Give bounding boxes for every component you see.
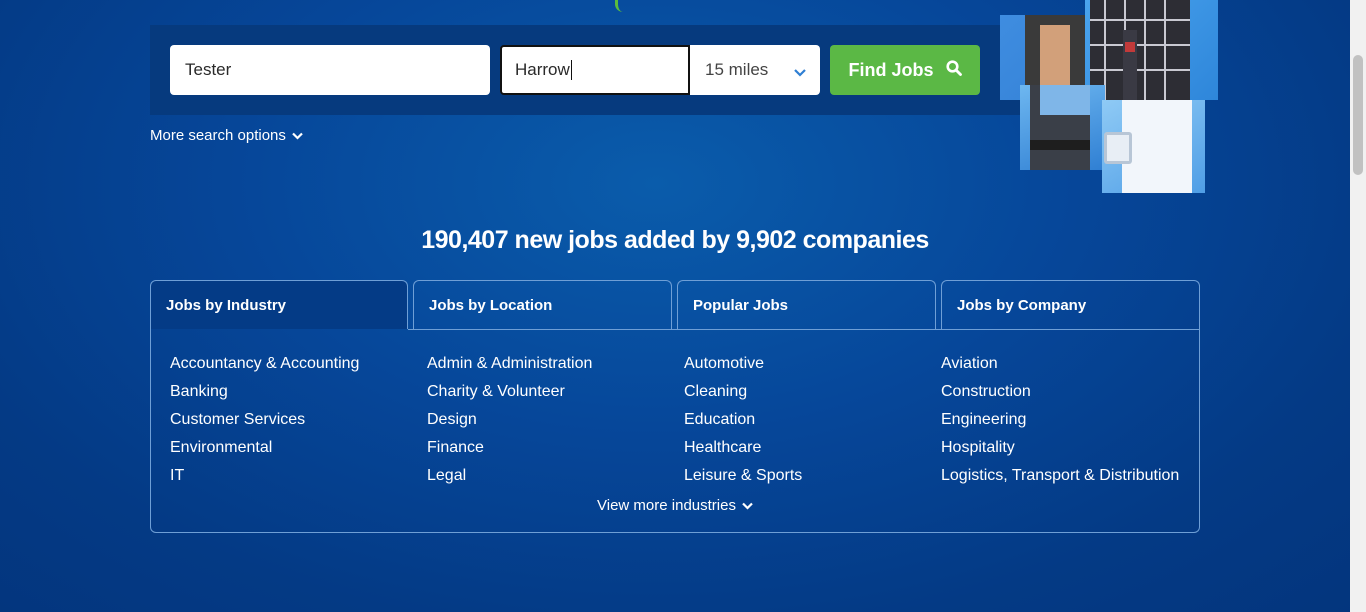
industry-link[interactable]: Customer Services [170,406,359,434]
tab-popular-jobs[interactable]: Popular Jobs [677,280,936,329]
industry-link[interactable]: Automotive [684,350,802,378]
tab-label: Jobs by Location [429,296,553,314]
tab-jobs-by-location[interactable]: Jobs by Location [413,280,672,329]
hero-photo-collage [1000,0,1220,195]
industry-link[interactable]: Leisure & Sports [684,462,802,490]
search-panel: Tester Harrow 15 miles Find Jobs [150,25,1030,115]
scrollbar-thumb[interactable] [1353,55,1363,175]
find-jobs-button[interactable]: Find Jobs [830,45,980,95]
text-caret [570,60,572,80]
chevron-down-icon [742,497,753,514]
industry-column: Admin & Administration Charity & Volunte… [427,350,592,490]
industry-column: Aviation Construction Engineering Hospit… [941,350,1179,490]
browse-jobs-tabs: Jobs by Industry Jobs by Location Popula… [150,280,1200,533]
view-more-label: View more industries [597,497,736,514]
view-more-industries-link[interactable]: View more industries [150,497,1200,514]
chevron-down-icon [292,127,303,144]
industry-column: Accountancy & Accounting Banking Custome… [170,350,359,490]
industry-link[interactable]: Education [684,406,802,434]
industry-link[interactable]: Design [427,406,592,434]
page-scrollbar[interactable] [1350,0,1366,612]
industry-link[interactable]: Legal [427,462,592,490]
industry-link[interactable]: Accountancy & Accounting [170,350,359,378]
industry-link[interactable]: Aviation [941,350,1179,378]
industry-column: Automotive Cleaning Education Healthcare… [684,350,802,490]
industry-link[interactable]: Hospitality [941,434,1179,462]
find-jobs-label: Find Jobs [848,59,934,80]
industry-link[interactable]: Cleaning [684,378,802,406]
tab-jobs-by-industry[interactable]: Jobs by Industry [150,280,408,329]
industry-link[interactable]: Finance [427,434,592,462]
tab-label: Jobs by Industry [166,296,287,314]
radius-select[interactable]: 15 miles [690,45,820,95]
radius-value: 15 miles [705,60,769,79]
logo-accent [615,0,628,12]
hero-photo-tile [1102,100,1205,193]
tab-label: Popular Jobs [693,296,789,314]
chevron-down-icon [794,62,806,82]
industry-link[interactable]: Environmental [170,434,359,462]
hero-photo-tile [1020,85,1105,170]
industry-link[interactable]: Logistics, Transport & Distribution [941,462,1179,490]
search-icon [945,59,962,81]
industry-link[interactable]: Admin & Administration [427,350,592,378]
industry-link[interactable]: IT [170,462,359,490]
keyword-input[interactable]: Tester [170,45,490,95]
jobs-count-headline: 190,407 new jobs added by 9,902 companie… [421,226,929,254]
location-input[interactable]: Harrow [500,45,690,95]
industry-link[interactable]: Engineering [941,406,1179,434]
location-value: Harrow [515,60,570,79]
tab-jobs-by-company[interactable]: Jobs by Company [941,280,1200,329]
industry-link[interactable]: Construction [941,378,1179,406]
more-search-options-link[interactable]: More search options [150,127,303,144]
keyword-value: Tester [185,60,232,79]
industry-link[interactable]: Banking [170,378,359,406]
industry-link[interactable]: Healthcare [684,434,802,462]
industry-link[interactable]: Charity & Volunteer [427,378,592,406]
tab-label: Jobs by Company [957,296,1087,314]
more-search-options-label: More search options [150,127,286,144]
